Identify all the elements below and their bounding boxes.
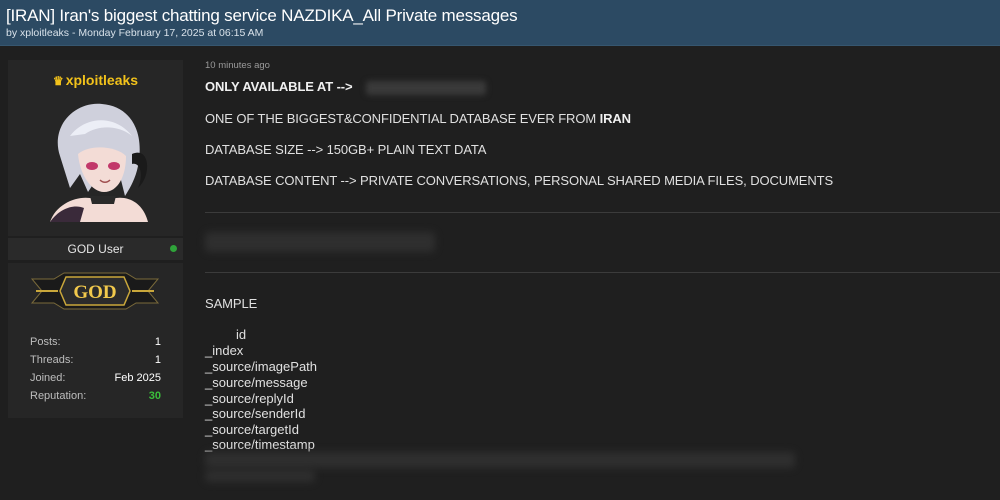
stat-posts: Posts: 1 bbox=[30, 336, 161, 352]
user-sidebar: ♛ xploitleaks GOD User GOD Posts: 1 Thre… bbox=[8, 60, 183, 418]
badge-text: GOD bbox=[73, 282, 116, 303]
description-line-2: DATABASE SIZE --> 150GB+ PLAIN TEXT DATA bbox=[205, 142, 487, 157]
post-time: 10 minutes ago bbox=[205, 60, 270, 71]
stat-value: 1 bbox=[154, 336, 161, 348]
stat-label: Threads: bbox=[30, 354, 74, 366]
thread-meta: by xploitleaks - Monday February 17, 202… bbox=[6, 27, 264, 39]
sample-label: SAMPLE bbox=[205, 296, 258, 311]
divider bbox=[205, 212, 1000, 213]
god-badge: GOD bbox=[30, 272, 160, 310]
post-body: 10 minutes ago ONLY AVAILABLE AT --> ONE… bbox=[205, 56, 1000, 500]
description-line-1: ONE OF THE BIGGEST&CONFIDENTIAL DATABASE… bbox=[205, 111, 631, 126]
stat-joined: Joined: Feb 2025 bbox=[30, 372, 161, 388]
redacted-link[interactable] bbox=[366, 80, 487, 95]
online-status-icon bbox=[170, 245, 177, 252]
field-name: _source/timestamp bbox=[205, 437, 315, 452]
rank-bar: GOD User bbox=[8, 238, 183, 260]
redacted-sample-row bbox=[205, 452, 795, 468]
redacted-block bbox=[205, 232, 435, 252]
stat-reputation: Reputation: 30 bbox=[30, 390, 161, 406]
field-name: _source/imagePath bbox=[205, 359, 318, 374]
available-label: ONLY AVAILABLE AT --> bbox=[205, 79, 353, 94]
line1-text: ONE OF THE BIGGEST&CONFIDENTIAL DATABASE… bbox=[205, 111, 600, 126]
username-text[interactable]: xploitleaks bbox=[66, 72, 138, 88]
field-name: id bbox=[236, 327, 247, 342]
user-stats: GOD Posts: 1 Threads: 1 Joined: Feb 2025… bbox=[8, 263, 183, 418]
username[interactable]: ♛ xploitleaks bbox=[8, 72, 183, 88]
thread-header: [IRAN] Iran's biggest chatting service N… bbox=[0, 0, 1000, 46]
description-line-3: DATABASE CONTENT --> PRIVATE CONVERSATIO… bbox=[205, 173, 834, 188]
available-line: ONLY AVAILABLE AT --> bbox=[205, 79, 487, 95]
redacted-sample-row bbox=[205, 470, 315, 482]
field-name: _index bbox=[205, 343, 244, 358]
reputation-value[interactable]: 30 bbox=[149, 390, 161, 402]
stat-value: Feb 2025 bbox=[114, 372, 161, 384]
field-name: _source/targetId bbox=[205, 422, 299, 437]
user-card: ♛ xploitleaks bbox=[8, 60, 183, 236]
stat-threads: Threads: 1 bbox=[30, 354, 161, 370]
avatar[interactable] bbox=[40, 96, 152, 222]
crown-icon: ♛ bbox=[52, 74, 64, 88]
stat-label: Joined: bbox=[30, 372, 66, 384]
thread-title: [IRAN] Iran's biggest chatting service N… bbox=[6, 6, 518, 25]
field-name: _source/replyId bbox=[205, 391, 294, 406]
stat-label: Posts: bbox=[30, 336, 61, 348]
line1-bold: IRAN bbox=[599, 111, 631, 126]
field-name: _source/message bbox=[205, 375, 308, 390]
stat-value: 1 bbox=[154, 354, 161, 366]
field-name: _source/senderId bbox=[205, 406, 306, 421]
stat-label: Reputation: bbox=[30, 390, 87, 402]
divider bbox=[205, 272, 1000, 273]
user-rank: GOD User bbox=[67, 242, 124, 256]
